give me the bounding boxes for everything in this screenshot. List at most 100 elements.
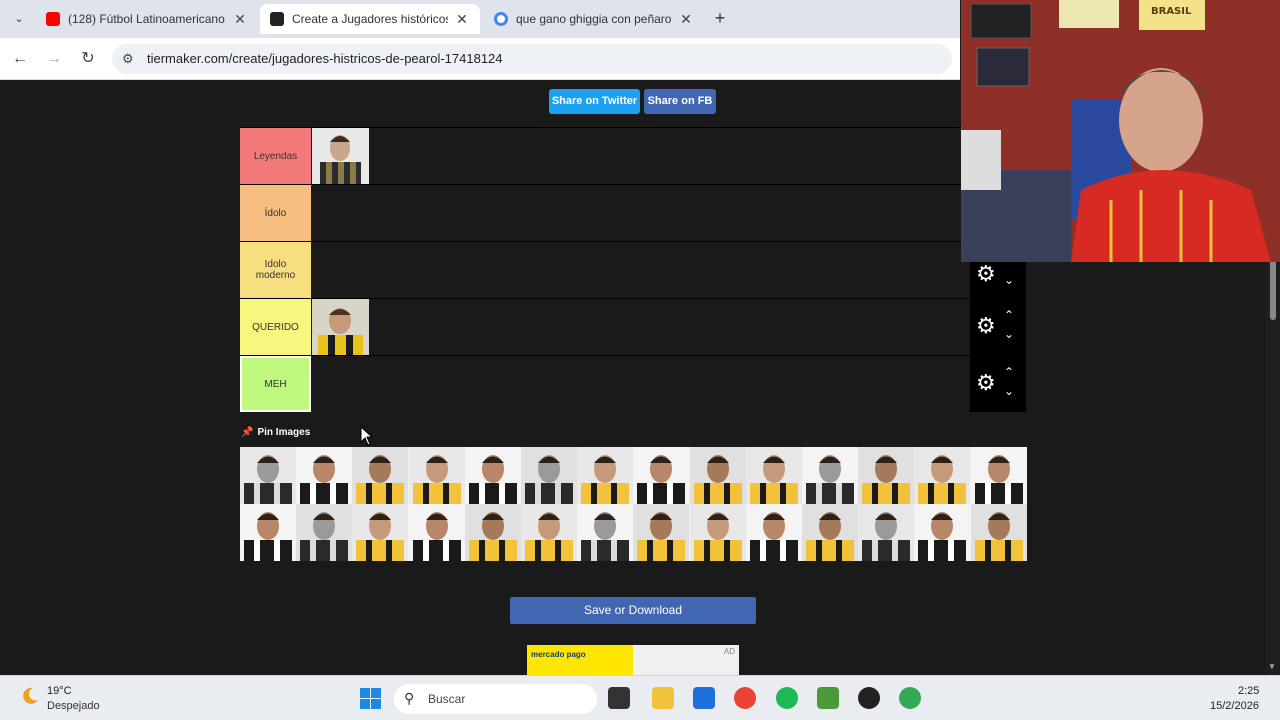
close-tab-icon[interactable]: ✕ xyxy=(678,11,694,28)
pool-player-image[interactable] xyxy=(970,447,1027,504)
pool-player-image[interactable] xyxy=(633,447,690,504)
weather-condition[interactable]: Despejado xyxy=(47,700,100,712)
address-bar: ← → ↻ ⚙ tiermaker.com/create/jugadores-h… xyxy=(0,38,960,80)
google-icon xyxy=(494,12,508,26)
tab-label: que gano ghiggia con peñarol xyxy=(516,12,672,26)
chrome-active-icon[interactable] xyxy=(899,687,921,709)
pool-player-image[interactable] xyxy=(352,504,409,561)
pool-player-image[interactable] xyxy=(745,504,802,561)
weather-moon-icon[interactable] xyxy=(20,686,40,706)
clock-time[interactable]: 2:25 xyxy=(1238,685,1259,697)
pool-player-image[interactable] xyxy=(240,504,296,561)
tier-move-up-icon[interactable]: ⌃ xyxy=(1004,308,1014,322)
new-tab-button[interactable]: + xyxy=(710,8,730,29)
pool-player-image[interactable] xyxy=(408,447,465,504)
tier-label[interactable]: QUERIDO xyxy=(240,299,311,355)
pool-player-image[interactable] xyxy=(296,447,353,504)
pool-player-image[interactable] xyxy=(802,504,858,561)
clock-date[interactable]: 15/2/2026 xyxy=(1210,700,1259,712)
tiermaker-icon xyxy=(270,12,284,26)
tier-row-meh: MEH ⚙ ⌃ ⌄ xyxy=(240,355,1026,412)
pool-player-image[interactable] xyxy=(464,447,521,504)
tier-drop-zone[interactable] xyxy=(311,242,969,298)
tier-label[interactable]: Leyendas xyxy=(240,128,311,184)
pool-player-image[interactable] xyxy=(240,447,296,504)
svg-text:BRASIL: BRASIL xyxy=(1151,6,1192,17)
tab-search-chevron-icon[interactable]: ⌄ xyxy=(10,10,28,28)
pin-images-label: Pin Images xyxy=(257,427,311,438)
scroll-down-arrow-icon[interactable]: ▼ xyxy=(1268,662,1276,671)
share-facebook-button[interactable]: Share on FB xyxy=(644,89,716,114)
tier-row-leyendas: Leyendas xyxy=(240,127,1026,184)
pool-player-image[interactable] xyxy=(521,504,577,561)
tier-drop-zone[interactable] xyxy=(311,299,969,355)
tier-row-idolo: Ídolo xyxy=(240,184,1026,241)
pin-icon: 📌 xyxy=(241,427,254,438)
save-download-button[interactable]: Save or Download xyxy=(510,597,756,624)
tab-tiermaker[interactable]: Create a Jugadores históricos d ✕ xyxy=(260,4,480,34)
tab-youtube[interactable]: (128) Fútbol Latinoamericano C ✕ xyxy=(36,4,258,34)
pool-player-image[interactable] xyxy=(577,447,634,504)
webcam-overlay: BRASIL xyxy=(961,0,1280,262)
tier-label[interactable]: MEH xyxy=(240,356,311,412)
reload-icon[interactable]: ↻ xyxy=(78,49,98,69)
share-twitter-button[interactable]: Share on Twitter xyxy=(549,89,640,114)
advertisement-banner[interactable]: mercado pago AD xyxy=(527,645,739,675)
pool-player-image[interactable] xyxy=(408,504,465,561)
tier-drop-zone[interactable] xyxy=(311,128,969,184)
task-view-icon[interactable] xyxy=(608,687,630,709)
pool-player-image[interactable] xyxy=(296,504,353,561)
search-icon: ⚲ xyxy=(404,690,415,706)
pool-player-image[interactable] xyxy=(689,447,746,504)
tier-settings-gear-icon[interactable]: ⚙ xyxy=(976,263,996,285)
windows-start-icon[interactable] xyxy=(360,688,381,709)
tab-label: Create a Jugadores históricos d xyxy=(292,12,448,26)
tier-settings-gear-icon[interactable]: ⚙ xyxy=(976,315,996,337)
tier-drop-zone[interactable] xyxy=(311,185,969,241)
pool-player-image[interactable] xyxy=(352,447,409,504)
tier-move-down-icon[interactable]: ⌄ xyxy=(1004,384,1014,398)
obs-icon[interactable] xyxy=(858,687,880,709)
close-tab-icon[interactable]: ✕ xyxy=(454,11,470,28)
pool-player-image[interactable] xyxy=(464,504,521,561)
close-tab-icon[interactable]: ✕ xyxy=(232,11,248,28)
pin-images-toggle[interactable]: 📌 Pin Images xyxy=(241,427,310,438)
url-text: tiermaker.com/create/jugadores-histricos… xyxy=(147,51,503,66)
tier-drop-zone[interactable] xyxy=(311,356,969,412)
site-info-icon[interactable]: ⚙ xyxy=(122,51,134,67)
pool-player-image[interactable] xyxy=(858,504,915,561)
pool-player-image[interactable] xyxy=(745,447,802,504)
spotify-icon[interactable] xyxy=(776,687,798,709)
outlook-icon[interactable] xyxy=(693,687,715,709)
image-pool xyxy=(240,447,1027,561)
url-field[interactable]: ⚙ tiermaker.com/create/jugadores-histric… xyxy=(112,44,952,74)
search-placeholder: Buscar xyxy=(428,692,466,706)
pool-player-image[interactable] xyxy=(802,447,858,504)
file-explorer-icon[interactable] xyxy=(652,687,674,709)
bluestacks-icon[interactable] xyxy=(817,687,839,709)
tier-move-up-icon[interactable]: ⌃ xyxy=(1004,365,1014,379)
back-icon[interactable]: ← xyxy=(10,49,30,69)
tier-move-down-icon[interactable]: ⌄ xyxy=(1004,327,1014,341)
player-card[interactable] xyxy=(312,128,369,184)
tier-controls: ⚙ ⌃ ⌄ xyxy=(970,356,1026,412)
pool-player-image[interactable] xyxy=(914,447,971,504)
tier-settings-gear-icon[interactable]: ⚙ xyxy=(976,372,996,394)
tier-move-down-icon[interactable]: ⌄ xyxy=(1004,273,1014,287)
pool-player-image[interactable] xyxy=(577,504,634,561)
player-card[interactable] xyxy=(312,299,369,355)
pool-player-image[interactable] xyxy=(521,447,577,504)
tier-label[interactable]: Idolo moderno xyxy=(240,242,311,298)
chrome-icon[interactable] xyxy=(734,687,756,709)
pool-player-image[interactable] xyxy=(970,504,1027,561)
scrollbar-thumb[interactable] xyxy=(1270,260,1276,320)
taskbar-search-field[interactable]: ⚲ Buscar xyxy=(394,684,597,714)
weather-temperature[interactable]: 19°C xyxy=(47,685,72,697)
pool-player-image[interactable] xyxy=(689,504,746,561)
tier-label[interactable]: Ídolo xyxy=(240,185,311,241)
pool-player-image[interactable] xyxy=(633,504,690,561)
pool-player-image[interactable] xyxy=(858,447,915,504)
tab-google-search[interactable]: que gano ghiggia con peñarol ✕ xyxy=(484,4,704,34)
pool-player-image[interactable] xyxy=(914,504,971,561)
forward-icon[interactable]: → xyxy=(44,49,64,69)
